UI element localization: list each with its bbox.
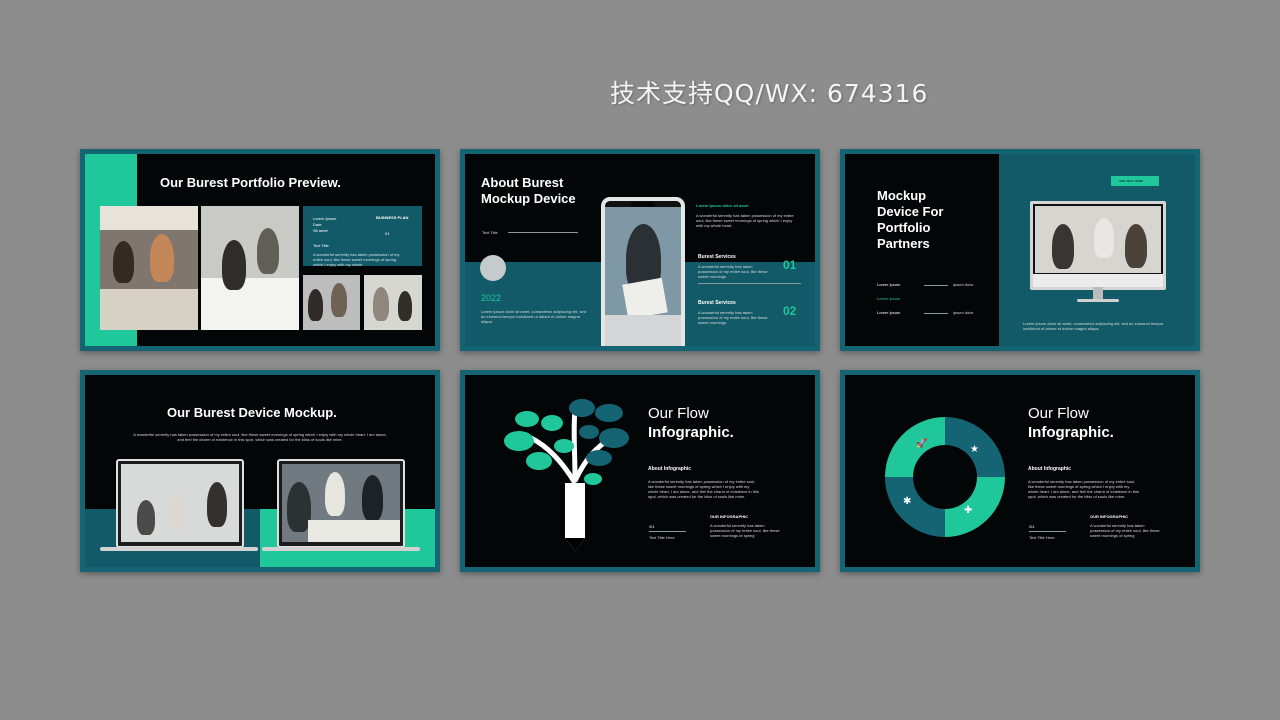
laptop-1-base bbox=[100, 547, 258, 551]
slide-canvas: Mockup Device For Portfolio Partners Lor… bbox=[845, 154, 1195, 346]
slide-canvas: 🚀 ★ ✱ ✚ Our Flow Infographic. About Info… bbox=[845, 375, 1195, 567]
phone-mockup bbox=[601, 197, 685, 346]
title-light: Our Flow bbox=[1028, 405, 1089, 422]
business-plan-card: Lorem Ipsum Date Sit amet BUSINESS PLAN … bbox=[303, 206, 422, 267]
office-photo-3 bbox=[303, 275, 360, 330]
divider bbox=[508, 232, 578, 233]
slide-portfolio-preview[interactable]: Our Burest Portfolio Preview. Lorem Ipsu… bbox=[80, 149, 440, 351]
laptop-2-screen bbox=[282, 464, 400, 542]
slide-about-mockup[interactable]: About Burest Mockup Device Text Title 20… bbox=[460, 149, 820, 351]
pencil-tree-illustration bbox=[504, 399, 629, 551]
slide-flow-infographic-tree[interactable]: Our Flow Infographic. About Infographic … bbox=[460, 370, 820, 572]
watermark-text: 技术支持QQ/WX: 674316 bbox=[610, 79, 929, 108]
gear-icon: ✱ bbox=[903, 496, 912, 507]
add-text-button[interactable]: ADD TEXT HERE bbox=[1111, 176, 1159, 186]
monitor-stand bbox=[1093, 287, 1103, 299]
laptop-1-screen bbox=[121, 464, 239, 542]
desktop-monitor bbox=[1030, 201, 1166, 290]
phone-screen-photo bbox=[605, 207, 681, 346]
title-light: Our Flow bbox=[648, 405, 709, 422]
slide-flow-infographic-cycle[interactable]: 🚀 ★ ✱ ✚ Our Flow Infographic. About Info… bbox=[840, 370, 1200, 572]
office-photo-2 bbox=[201, 206, 299, 330]
cycle-infographic bbox=[885, 417, 1005, 537]
puzzle-icon: ✚ bbox=[964, 505, 973, 516]
office-photo-4 bbox=[364, 275, 422, 330]
divider bbox=[698, 283, 801, 284]
rocket-icon: 🚀 bbox=[916, 438, 928, 448]
star-icon: ★ bbox=[970, 444, 979, 455]
laptop-2 bbox=[277, 459, 405, 548]
slide-canvas: Our Burest Portfolio Preview. Lorem Ipsu… bbox=[85, 154, 435, 346]
slide-device-mockup[interactable]: Our Burest Device Mockup. A wonderful se… bbox=[80, 370, 440, 572]
monitor-base bbox=[1077, 299, 1119, 302]
slide-mockup-partners[interactable]: Mockup Device For Portfolio Partners Lor… bbox=[840, 149, 1200, 351]
profile-circle bbox=[480, 255, 506, 281]
laptop-1 bbox=[116, 459, 244, 548]
monitor-screen-photo bbox=[1035, 206, 1161, 273]
slide-canvas: Our Flow Infographic. About Infographic … bbox=[465, 375, 815, 567]
slide-canvas: About Burest Mockup Device Text Title 20… bbox=[465, 154, 815, 346]
slide-title: Our Burest Portfolio Preview. bbox=[160, 175, 341, 190]
slide-canvas: Our Burest Device Mockup. A wonderful se… bbox=[85, 375, 435, 567]
office-photo-1 bbox=[100, 206, 198, 330]
laptop-2-base bbox=[262, 547, 420, 551]
